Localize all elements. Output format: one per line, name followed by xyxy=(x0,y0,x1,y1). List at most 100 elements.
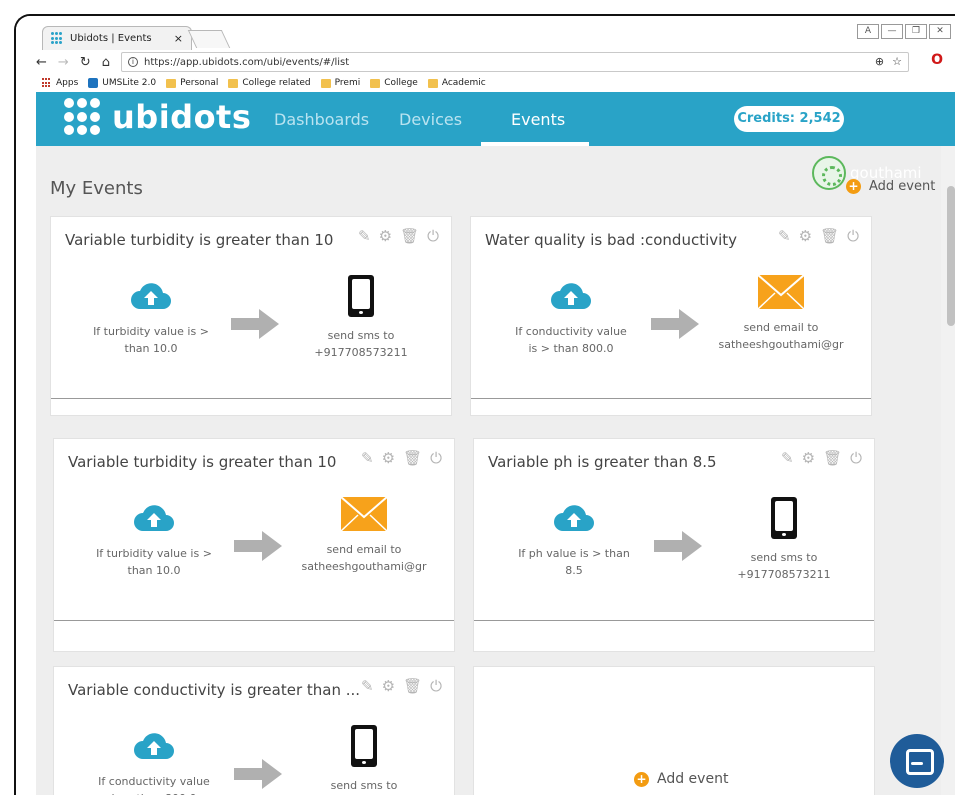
bookmark-academic[interactable]: Academic xyxy=(427,78,486,88)
add-event-label: Add event xyxy=(869,179,936,194)
folder-icon xyxy=(228,78,239,88)
delete-trash-icon[interactable]: 🗑 xyxy=(820,227,839,245)
tab-title: Ubidots | Events xyxy=(70,33,152,44)
arrow-right-icon xyxy=(234,531,282,561)
nav-devices[interactable]: Devices xyxy=(399,110,462,129)
phone-icon xyxy=(771,497,797,539)
add-event-button[interactable]: + Add event xyxy=(846,179,935,194)
new-tab-button[interactable] xyxy=(187,30,231,48)
power-toggle-icon[interactable]: ⏻ xyxy=(427,227,439,245)
action-label: send email to satheeshgouthami@gr xyxy=(301,543,427,573)
event-actions: ✎ ⚙ 🗑 ⏻ xyxy=(781,449,862,467)
bookmark-umslite[interactable]: UMSLite 2.0 xyxy=(88,78,156,88)
event-actions: ✎ ⚙ 🗑 ⏻ xyxy=(361,449,442,467)
card-divider xyxy=(471,398,871,399)
event-card[interactable]: Variable turbidity is greater than 10 ✎ … xyxy=(53,438,455,652)
action-label: send sms to +917708573211 xyxy=(330,779,398,792)
bookmark-apps[interactable]: Apps xyxy=(42,78,78,88)
settings-gear-icon[interactable]: ⚙ xyxy=(382,449,395,467)
reload-icon[interactable]: ↻ xyxy=(80,55,91,70)
cloud-upload-icon xyxy=(554,505,594,531)
bookmark-college[interactable]: College xyxy=(370,78,418,88)
trigger-label: If conductivity value is > than 800.0 xyxy=(515,325,627,355)
delete-trash-icon[interactable]: 🗑 xyxy=(403,677,422,695)
site-info-icon[interactable]: i xyxy=(127,57,138,67)
trigger-label: If turbidity value is > than 10.0 xyxy=(96,547,212,577)
event-trigger: If turbidity value is > than 10.0 xyxy=(91,279,211,357)
plus-icon: + xyxy=(846,179,861,194)
event-card[interactable]: Variable ph is greater than 8.5 ✎ ⚙ 🗑 ⏻ … xyxy=(473,438,875,652)
zoom-icon[interactable]: ⊕ xyxy=(875,55,884,68)
add-event-card[interactable]: + Add event xyxy=(473,666,875,795)
bookmark-star-icon[interactable]: ☆ xyxy=(892,55,902,68)
nav-dashboards[interactable]: Dashboards xyxy=(274,110,369,129)
back-arrow-icon[interactable]: ← xyxy=(36,55,47,70)
power-toggle-icon[interactable]: ⏻ xyxy=(430,677,442,695)
url-input[interactable]: i https://app.ubidots.com/ubi/events/#/l… xyxy=(120,52,909,72)
chat-support-button[interactable] xyxy=(890,734,944,788)
event-action: send sms to +917708573211 xyxy=(294,725,434,795)
nav-events[interactable]: Events xyxy=(511,110,565,129)
profile-button[interactable]: A xyxy=(857,24,879,39)
bookmark-college-related[interactable]: College related xyxy=(228,78,311,88)
settings-gear-icon[interactable]: ⚙ xyxy=(382,677,395,695)
settings-gear-icon[interactable]: ⚙ xyxy=(802,449,815,467)
arrow-right-icon xyxy=(654,531,702,561)
settings-gear-icon[interactable]: ⚙ xyxy=(379,227,392,245)
email-envelope-icon xyxy=(341,497,387,531)
delete-trash-icon[interactable]: 🗑 xyxy=(400,227,419,245)
maximize-button[interactable]: ❐ xyxy=(905,24,927,39)
scrollbar-thumb[interactable] xyxy=(947,186,955,326)
edit-pencil-icon[interactable]: ✎ xyxy=(781,449,794,467)
add-event-card-label: Add event xyxy=(657,771,729,787)
power-toggle-icon[interactable]: ⏻ xyxy=(430,449,442,467)
browser-tab[interactable]: Ubidots | Events × xyxy=(42,26,192,50)
power-toggle-icon[interactable]: ⏻ xyxy=(850,449,862,467)
action-label: send email to satheeshgouthami@gr xyxy=(718,321,844,351)
opera-extension-icon[interactable]: O xyxy=(931,52,943,68)
edit-pencil-icon[interactable]: ✎ xyxy=(361,449,374,467)
event-card[interactable]: Variable turbidity is greater than 10 ✎ … xyxy=(50,216,452,416)
event-title: Variable turbidity is greater than 10 xyxy=(68,453,337,471)
event-trigger: If conductivity value is > than 800.0 xyxy=(511,279,631,357)
card-divider xyxy=(474,620,874,621)
arrow-right-icon xyxy=(651,309,699,339)
event-card[interactable]: Variable conductivity is greater than ..… xyxy=(53,666,455,795)
logo-text: ubidots xyxy=(112,98,252,136)
edit-pencil-icon[interactable]: ✎ xyxy=(778,227,791,245)
credits-badge[interactable]: Credits: 2,542 xyxy=(734,106,844,132)
event-action: send sms to +917708573211 xyxy=(714,497,854,583)
settings-gear-icon[interactable]: ⚙ xyxy=(799,227,812,245)
forward-arrow-icon[interactable]: → xyxy=(58,55,69,70)
event-trigger: If ph value is > than 8.5 xyxy=(514,501,634,579)
event-title: Water quality is bad :conductivity xyxy=(485,231,738,249)
page-scrollbar[interactable] xyxy=(941,146,955,795)
tab-close-icon[interactable]: × xyxy=(174,32,183,45)
ums-logo-icon xyxy=(88,78,99,88)
avatar xyxy=(812,156,846,190)
action-label: send sms to +917708573211 xyxy=(314,329,408,359)
window-controls: A — ❐ ✕ xyxy=(857,24,951,39)
cloud-upload-icon xyxy=(551,283,591,309)
bookmarks-bar: Apps UMSLite 2.0 Personal College relate… xyxy=(16,74,955,92)
bookmark-personal[interactable]: Personal xyxy=(166,78,218,88)
card-divider xyxy=(51,398,451,399)
page-title: My Events xyxy=(50,178,143,199)
power-toggle-icon[interactable]: ⏻ xyxy=(847,227,859,245)
delete-trash-icon[interactable]: 🗑 xyxy=(403,449,422,467)
cloud-upload-icon xyxy=(134,733,174,759)
event-title: Variable turbidity is greater than 10 xyxy=(65,231,334,249)
edit-pencil-icon[interactable]: ✎ xyxy=(361,677,374,695)
address-bar-row: ← → ↻ ⌂ i https://app.ubidots.com/ubi/ev… xyxy=(16,50,955,74)
edit-pencil-icon[interactable]: ✎ xyxy=(358,227,371,245)
delete-trash-icon[interactable]: 🗑 xyxy=(823,449,842,467)
minimize-button[interactable]: — xyxy=(881,24,903,39)
event-card[interactable]: Water quality is bad :conductivity ✎ ⚙ 🗑… xyxy=(470,216,872,416)
event-trigger: If turbidity value is > than 10.0 xyxy=(94,501,214,579)
ubidots-logo[interactable]: ubidots xyxy=(64,98,251,136)
bookmark-premi[interactable]: Premi xyxy=(320,78,360,88)
close-window-button[interactable]: ✕ xyxy=(929,24,951,39)
add-event-card-button[interactable]: + Add event xyxy=(634,771,728,787)
folder-icon xyxy=(370,78,381,88)
home-icon[interactable]: ⌂ xyxy=(102,55,110,70)
